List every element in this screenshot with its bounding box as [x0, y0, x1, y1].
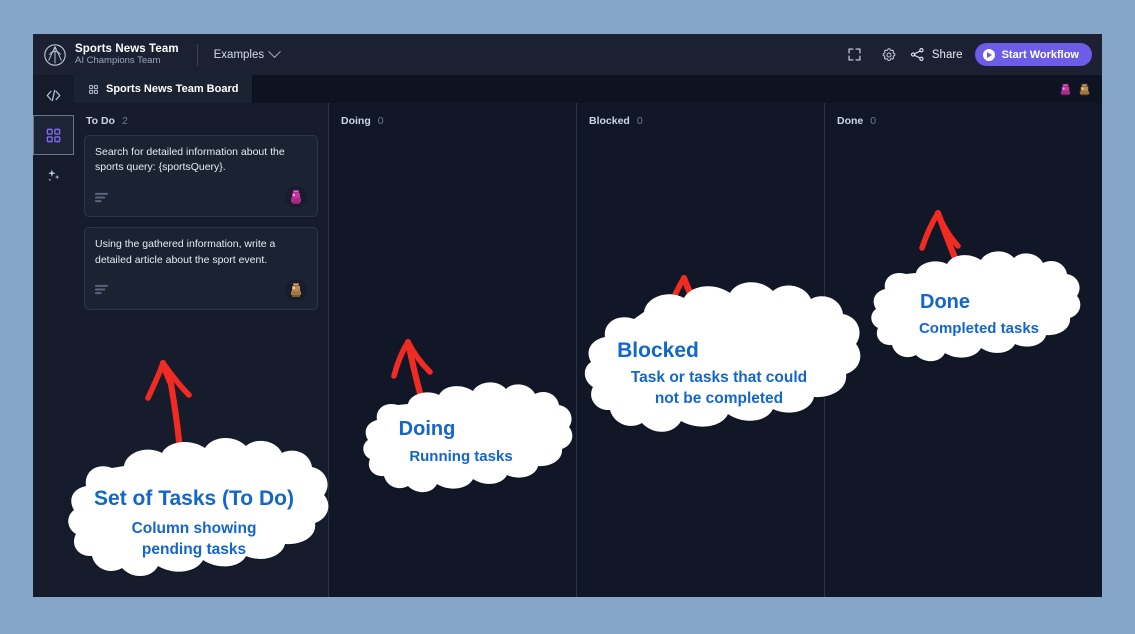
- grid-squares-icon: [88, 84, 99, 94]
- play-icon: [982, 48, 995, 61]
- avatar-pink[interactable]: [285, 186, 307, 209]
- tab-strip-filler: [253, 75, 1058, 103]
- avatar-pink[interactable]: [1058, 82, 1073, 97]
- share-icon: [910, 48, 924, 61]
- tab-board-label: Sports News Team Board: [106, 83, 239, 95]
- app-topbar: Sports News Team AI Champions Team Examp…: [33, 34, 1102, 75]
- column-inner: To Do 2 Search for detailed information ab…: [74, 103, 328, 310]
- expand-fullscreen-button[interactable]: [838, 38, 872, 72]
- task-card-footer: [95, 278, 307, 301]
- column-title: Doing: [341, 115, 371, 127]
- task-card[interactable]: Using the gathered information, write a …: [84, 227, 318, 310]
- start-workflow-label: Start Workflow: [1001, 48, 1079, 61]
- column-header: Done 0: [835, 113, 1092, 135]
- column-count: 0: [377, 115, 384, 127]
- column-inner: Doing 0: [329, 103, 576, 135]
- tab-strip: Sports News Team Board: [74, 75, 1102, 103]
- app-window: Sports News Team AI Champions Team Examp…: [33, 34, 1102, 597]
- column-title: To Do: [86, 115, 115, 127]
- task-card-text: Search for detailed information about th…: [95, 146, 285, 174]
- column-title: Done: [837, 115, 864, 127]
- description-lines-icon: [95, 192, 108, 203]
- avatar-tan[interactable]: [285, 278, 307, 301]
- task-card-text: Using the gathered information, write a …: [95, 238, 276, 266]
- column-header: Blocked 0: [587, 113, 814, 135]
- sparkles-icon: [48, 168, 60, 181]
- tab-strip-avatars: [1058, 75, 1102, 103]
- column-inner: Done 0: [825, 103, 1102, 135]
- brand-subtitle: AI Champions Team: [75, 54, 161, 66]
- share-button[interactable]: Share: [906, 47, 975, 62]
- board-column-to-do: To Do 2 Search for detailed information ab…: [74, 103, 329, 597]
- grid-squares-icon: [46, 128, 61, 142]
- team-crest-icon: [44, 43, 66, 66]
- start-workflow-button[interactable]: Start Workflow: [974, 43, 1092, 66]
- description-lines-icon: [95, 285, 108, 295]
- column-count: 0: [636, 115, 643, 127]
- gear-icon: [882, 47, 896, 61]
- screenshot-root: Sports News Team AI Champions Team Examp…: [0, 0, 1135, 634]
- tab-board[interactable]: Sports News Team Board: [74, 75, 254, 103]
- examples-dropdown[interactable]: Examples: [213, 45, 282, 61]
- sidebar-item-board[interactable]: [33, 115, 74, 155]
- board-column-blocked: Blocked 0: [577, 103, 825, 597]
- topbar-divider: [196, 43, 198, 66]
- column-count: 2: [121, 115, 128, 127]
- column-inner: Blocked 0: [577, 103, 824, 135]
- board-column-doing: Doing 0: [329, 103, 577, 597]
- sidebar-item-assistant[interactable]: [33, 155, 74, 195]
- task-card[interactable]: Search for detailed information about th…: [84, 135, 318, 218]
- kanban-board: To Do 2 Search for detailed information ab…: [74, 103, 1102, 597]
- brand-block[interactable]: Sports News Team AI Champions Team: [33, 43, 179, 67]
- left-rail: [33, 75, 75, 597]
- brand-title: Sports News Team: [75, 42, 179, 55]
- task-card-footer: [95, 186, 307, 209]
- settings-button[interactable]: [872, 38, 906, 72]
- column-title: Blocked: [589, 115, 630, 127]
- code-brackets-icon: [46, 89, 61, 101]
- column-header: To Do 2: [84, 113, 318, 135]
- topbar-actions: Share Start Workflow: [838, 38, 1102, 72]
- chevron-down-icon: [268, 45, 282, 59]
- examples-label: Examples: [213, 48, 265, 61]
- column-header: Doing 0: [339, 113, 566, 135]
- sidebar-item-code[interactable]: [33, 75, 74, 115]
- board-column-done: Done 0: [825, 103, 1102, 597]
- avatar-tan[interactable]: [1077, 82, 1092, 97]
- column-count: 0: [870, 115, 877, 127]
- expand-fullscreen-icon: [848, 48, 861, 61]
- share-label: Share: [931, 48, 963, 61]
